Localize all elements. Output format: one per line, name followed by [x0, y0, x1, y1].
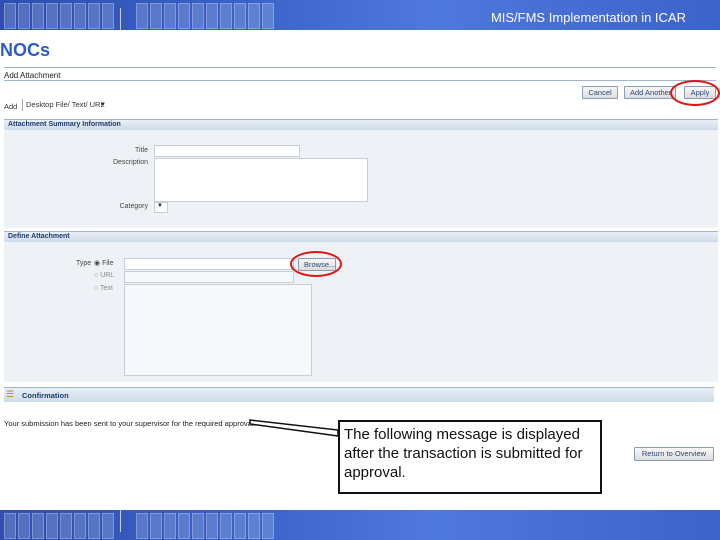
file-input[interactable] — [124, 258, 294, 270]
define-section-header: Define Attachment — [4, 231, 718, 242]
radio-text[interactable]: ○ Text — [94, 285, 113, 292]
header-title: MIS/FMS Implementation in ICAR — [490, 10, 686, 25]
confirmation-bar: ☰ Confirmation — [4, 387, 714, 402]
title-input[interactable] — [154, 145, 300, 157]
description-textarea[interactable] — [154, 158, 368, 202]
confirmation-message: Your submission has been sent to your su… — [4, 419, 256, 428]
page-heading: Add Attachment — [4, 71, 61, 80]
radio-file-label: File — [102, 260, 114, 267]
chevron-down-icon[interactable]: ▼ — [157, 203, 163, 209]
radio-url-label: URL — [100, 272, 115, 279]
callout-box: The following message is displayed after… — [338, 420, 602, 494]
description-label: Description — [112, 159, 148, 166]
heading-rule — [4, 80, 716, 81]
add-another-button[interactable]: Add Another — [624, 86, 676, 99]
apply-highlight-ring — [670, 80, 720, 106]
add-label: Add — [4, 102, 18, 111]
category-label: Category — [119, 203, 148, 210]
radio-text-label: Text — [100, 285, 113, 292]
banner-divider — [120, 8, 121, 30]
title-label: Title — [135, 147, 148, 154]
footer-banner — [0, 510, 720, 540]
define-section-body: Type ◉ File ○ URL ○ Text Browse... — [4, 242, 718, 382]
summary-section-header: Attachment Summary Information — [4, 119, 718, 130]
browse-highlight-ring — [290, 251, 342, 277]
type-label: Type — [76, 260, 92, 267]
return-to-overview-button[interactable]: Return to Overview — [634, 447, 714, 461]
url-input[interactable] — [124, 271, 294, 283]
slide-title: NOCs — [0, 40, 51, 60]
top-rule — [4, 67, 716, 68]
chevron-down-icon[interactable]: ▼ — [100, 102, 106, 108]
info-icon: ☰ — [6, 389, 15, 399]
confirmation-title: Confirmation — [22, 391, 69, 400]
text-textarea[interactable] — [124, 284, 312, 376]
banner-pattern — [0, 0, 300, 30]
footer-pattern — [0, 510, 300, 540]
summary-section-body: Title Description Category ▼ — [4, 130, 718, 228]
footer-divider — [120, 510, 121, 532]
add-type-select[interactable]: Desktop File/ Text/ URL — [22, 99, 112, 111]
radio-url[interactable]: ○ URL — [94, 272, 114, 279]
header-banner: MIS/FMS Implementation in ICAR — [0, 0, 720, 30]
cancel-button[interactable]: Cancel — [582, 86, 618, 99]
radio-file[interactable]: ◉ File — [94, 259, 113, 267]
